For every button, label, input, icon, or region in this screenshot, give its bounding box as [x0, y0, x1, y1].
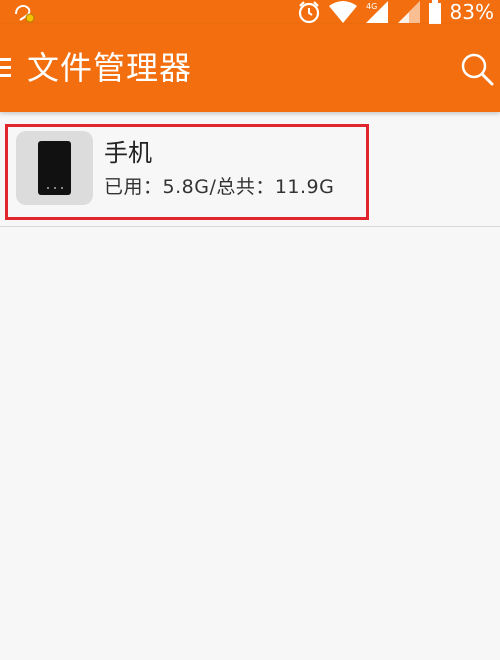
app-notification-icon: [10, 0, 38, 24]
status-icons: 4G 83%: [296, 0, 494, 24]
menu-icon[interactable]: [0, 56, 12, 80]
storage-usage: 已用：5.8G/总共：11.9G: [104, 176, 335, 198]
storage-list: 手机 已用：5.8G/总共：11.9G: [0, 112, 500, 660]
signal-icon: [396, 0, 422, 24]
battery-icon: [428, 0, 442, 24]
page-title: 文件管理器: [27, 49, 193, 87]
status-bar: 4G 83%: [0, 0, 500, 24]
app-bar: 文件管理器: [0, 24, 500, 112]
search-icon[interactable]: [460, 52, 494, 86]
battery-percent: 83%: [449, 0, 494, 24]
divider: [0, 226, 500, 227]
signal-4g-icon: 4G: [364, 0, 390, 24]
storage-name: 手机: [104, 139, 152, 167]
wifi-icon: [328, 0, 358, 24]
phone-icon: [16, 131, 93, 205]
alarm-icon: [296, 0, 322, 24]
svg-text:4G: 4G: [366, 2, 377, 11]
